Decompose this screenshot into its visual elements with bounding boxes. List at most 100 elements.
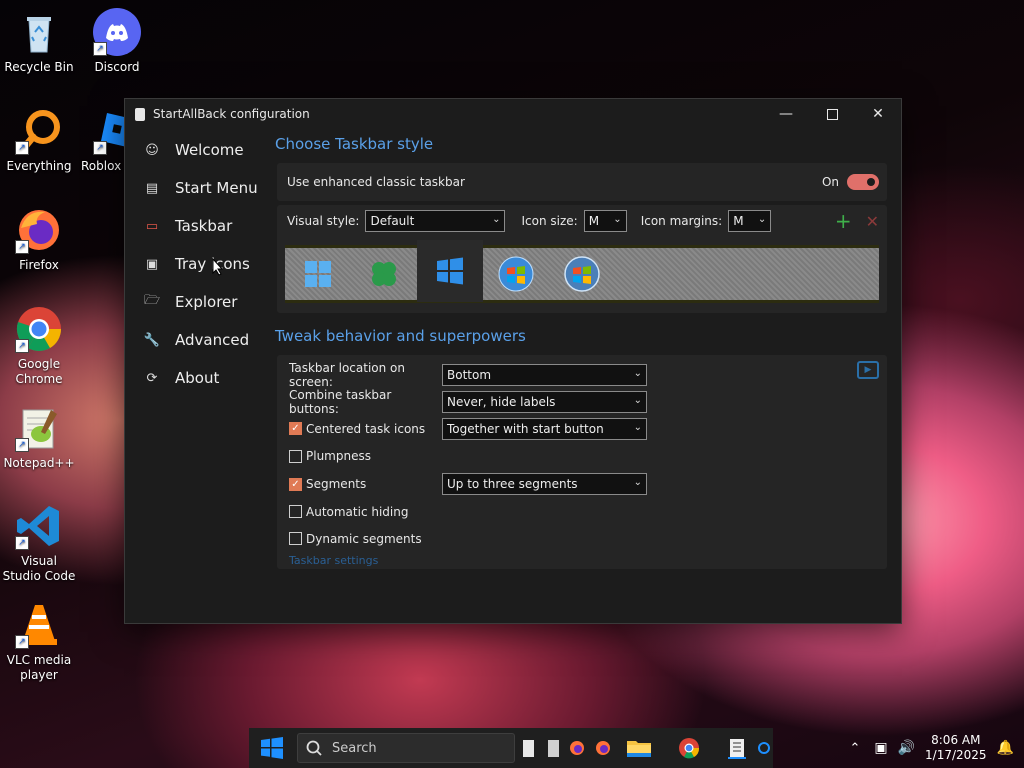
clock[interactable]: 8:06 AM 1/17/2025 xyxy=(925,733,987,763)
chrome-icon xyxy=(679,738,700,759)
icon-margins-select[interactable]: M ⌄ xyxy=(728,210,772,232)
taskbar-app-misc[interactable] xyxy=(757,728,771,768)
smile-icon: ☺ xyxy=(145,142,159,158)
style-option-win10[interactable] xyxy=(417,240,483,302)
combine-row: Combine taskbar buttons: Never, hide lab… xyxy=(289,387,887,416)
notification-bell-icon[interactable]: 🔔 xyxy=(997,740,1014,756)
wrench-icon: 🔧 xyxy=(143,332,161,348)
style-option-xbox-green[interactable] xyxy=(351,245,417,303)
shortcut-arrow-icon: ↗ xyxy=(93,42,107,56)
visual-style-label: Visual style: xyxy=(287,214,360,228)
taskbar-app-notepad[interactable] xyxy=(515,728,541,768)
desktop-icon-discord[interactable]: ↗ Discord xyxy=(79,8,155,75)
title-bar[interactable]: StartAllBack configuration — ✕ xyxy=(125,99,901,129)
desktop-icon-vscode[interactable]: ↗ Visual Studio Code xyxy=(1,502,77,584)
app-icon xyxy=(135,107,145,121)
style-option-win11[interactable] xyxy=(285,245,351,303)
chevron-down-icon: ⌄ xyxy=(757,214,767,225)
taskbar-style-heading: Choose Taskbar style xyxy=(275,135,434,153)
sidebar-item-tray-icons[interactable]: ▣ Tray icons xyxy=(135,245,263,283)
plumpness-checkbox[interactable] xyxy=(289,449,302,463)
chevron-down-icon: ⌄ xyxy=(633,367,642,379)
network-icon[interactable]: ▣ xyxy=(874,740,887,756)
centered-row: ✓ Centered task icons Together with star… xyxy=(289,415,887,442)
sidebar-nav: ☺ Welcome ▤ Start Menu ▭ Taskbar ▣ Tray … xyxy=(135,131,263,397)
sidebar-item-advanced[interactable]: 🔧 Advanced xyxy=(135,321,263,359)
video-tutorial-icon[interactable]: ▶ xyxy=(857,361,879,379)
enhanced-taskbar-toggle[interactable] xyxy=(847,174,879,190)
select-value: Up to three segments xyxy=(447,477,578,491)
taskbar-search-box[interactable]: Search xyxy=(297,733,515,763)
desktop-icon-vlc[interactable]: ↗ VLC media player xyxy=(1,601,77,683)
minimize-button[interactable]: — xyxy=(763,99,809,129)
location-row: Taskbar location on screen: Bottom ⌄ xyxy=(289,361,887,389)
sidebar-item-start-menu[interactable]: ▤ Start Menu xyxy=(135,169,263,207)
add-style-icon[interactable]: + xyxy=(835,209,852,233)
combine-label: Combine taskbar buttons: xyxy=(289,387,392,416)
sidebar-item-taskbar[interactable]: ▭ Taskbar xyxy=(135,207,263,245)
style-option-vista[interactable] xyxy=(549,245,615,303)
icon-size-select[interactable]: M ⌄ xyxy=(583,210,627,232)
dynamic-segments-checkbox[interactable] xyxy=(289,532,302,545)
location-select[interactable]: Bottom ⌄ xyxy=(442,363,647,386)
firefox-icon xyxy=(570,741,584,755)
desktop-icon-recycle-bin[interactable]: Recycle Bin xyxy=(1,8,77,75)
shortcut-arrow-icon: ↗ xyxy=(15,635,29,649)
taskbar-app-firefox[interactable] xyxy=(565,728,589,768)
shortcut-arrow-icon: ↗ xyxy=(15,536,29,550)
taskbar-app-firefox-2[interactable] xyxy=(589,728,617,768)
chevron-down-icon: ⌄ xyxy=(633,421,642,433)
chevron-up-icon[interactable]: ⌃ xyxy=(849,741,860,756)
select-value: M xyxy=(733,214,744,228)
desktop-icon-label: Discord xyxy=(94,60,140,74)
taskbar-settings-link[interactable]: Taskbar settings xyxy=(289,554,378,567)
autohide-checkbox[interactable] xyxy=(289,505,302,518)
maximize-button[interactable] xyxy=(809,99,855,129)
notepadpp-icon: ↗ xyxy=(15,404,63,452)
volume-icon[interactable]: 🔊 xyxy=(898,740,915,756)
desktop-icon-label: Visual Studio Code xyxy=(2,554,76,583)
remove-style-icon[interactable]: ✕ xyxy=(866,212,879,231)
taskbar-app-file-explorer[interactable] xyxy=(617,728,661,768)
recycle-bin-icon xyxy=(15,8,63,56)
desktop-icon-chrome[interactable]: ↗ Google Chrome xyxy=(1,305,77,387)
windows-logo-icon xyxy=(261,737,283,759)
green-clover-icon xyxy=(372,262,396,286)
firefox-icon xyxy=(596,741,610,755)
close-button[interactable]: ✕ xyxy=(855,99,901,129)
start-button[interactable] xyxy=(249,728,295,768)
desktop-icon-everything[interactable]: ↗ Everything xyxy=(1,107,77,174)
desktop-icon-notepadpp[interactable]: ↗ Notepad++ xyxy=(1,404,77,471)
segments-checkbox[interactable]: ✓ xyxy=(289,477,302,491)
toggle-knob xyxy=(867,178,875,186)
autohide-row: Automatic hiding xyxy=(289,498,887,525)
segments-select[interactable]: Up to three segments ⌄ xyxy=(442,473,647,495)
sidebar-item-explorer[interactable]: 🗁 Explorer xyxy=(135,283,263,321)
sidebar-item-label: Advanced xyxy=(175,331,250,349)
taskbar-icon: ▭ xyxy=(145,218,159,234)
chevron-down-icon: ⌄ xyxy=(613,214,622,225)
tray-icon: ▣ xyxy=(145,256,159,272)
centered-select[interactable]: Together with start button ⌄ xyxy=(442,417,647,440)
shortcut-arrow-icon: ↗ xyxy=(15,339,29,353)
vista-orb-icon xyxy=(564,256,600,292)
start-menu-icon: ▤ xyxy=(145,180,159,196)
taskbar-app-chrome[interactable] xyxy=(661,728,717,768)
taskbar-app-notepad2[interactable] xyxy=(541,728,565,768)
desktop-icon-firefox[interactable]: ↗ Firefox xyxy=(1,206,77,273)
tweaks-heading: Tweak behavior and superpowers xyxy=(275,327,526,345)
desktop-icon-label: Recycle Bin xyxy=(4,60,74,74)
clock-date: 1/17/2025 xyxy=(925,748,987,762)
style-option-win7[interactable] xyxy=(483,245,549,303)
taskbar-app-startallback[interactable] xyxy=(717,728,757,768)
everything-icon: ↗ xyxy=(15,107,63,155)
desktop-icon-label: Notepad++ xyxy=(3,456,75,470)
sidebar-item-about[interactable]: ⟳ About xyxy=(135,359,263,397)
win11-logo-icon xyxy=(305,261,331,287)
combine-select[interactable]: Never, hide labels ⌄ xyxy=(442,390,647,413)
sidebar-item-welcome[interactable]: ☺ Welcome xyxy=(135,131,263,169)
autohide-label: Automatic hiding xyxy=(306,504,409,519)
centered-checkbox[interactable]: ✓ xyxy=(289,422,302,435)
win7-orb-icon xyxy=(498,256,534,292)
visual-style-select[interactable]: Default ⌄ xyxy=(365,210,506,232)
